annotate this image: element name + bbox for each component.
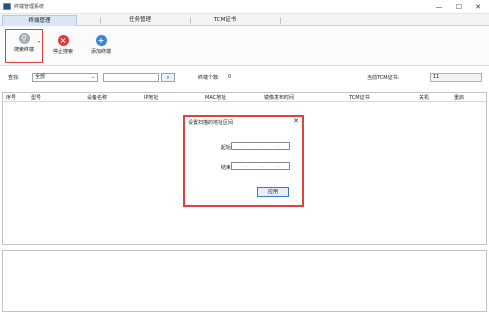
maximize-button[interactable]: ☐ bbox=[452, 1, 466, 13]
toolbar: ⚲ 搜索终端 ▾ × 停止搜索 + 添加终端 bbox=[0, 26, 489, 66]
add-terminal-button[interactable]: + 添加终端 bbox=[87, 29, 115, 55]
apply-button[interactable]: 应用 bbox=[257, 187, 289, 197]
close-button[interactable]: ✕ bbox=[471, 1, 485, 13]
plus-icon: + bbox=[95, 35, 107, 46]
chevron-down-icon[interactable]: ▾ bbox=[38, 39, 40, 44]
window-title: 终端管理系统 bbox=[14, 4, 45, 10]
search-button[interactable]: ⌕ bbox=[161, 73, 175, 82]
current-tcm-label: 当前TCM证书: bbox=[367, 75, 400, 81]
column-header-index[interactable]: 序号 bbox=[6, 94, 16, 101]
tab-task-management[interactable]: 任务管理 bbox=[120, 15, 160, 26]
log-panel[interactable] bbox=[2, 250, 487, 312]
column-header-model[interactable]: 型号 bbox=[31, 94, 41, 101]
binoculars-icon: ⚲ bbox=[18, 33, 30, 44]
find-label: 查找: bbox=[8, 75, 20, 81]
column-header-shutdown[interactable]: 关机 bbox=[419, 94, 429, 101]
column-header-ip-address[interactable]: IP地址 bbox=[144, 94, 159, 101]
app-icon bbox=[3, 3, 11, 10]
title-bar: 终端管理系统 — ☐ ✕ bbox=[0, 0, 489, 14]
column-header-restart[interactable]: 重启 bbox=[454, 94, 464, 101]
search-icon: ⌕ bbox=[166, 74, 170, 81]
stop-icon: × bbox=[57, 35, 69, 46]
filter-select-value: 全部 bbox=[35, 74, 46, 80]
scan-range-dialog: 设置扫描的地址区间 ✕ 起始IP地址: . . . 结束IP地址: . . . … bbox=[183, 115, 304, 207]
dialog-title: 设置扫描的地址区间 bbox=[188, 120, 234, 126]
close-icon[interactable]: ✕ bbox=[293, 117, 299, 125]
tab-divider bbox=[280, 17, 281, 24]
terminal-count-value: 0 bbox=[228, 74, 232, 80]
start-ip-field[interactable]: . . . bbox=[231, 142, 290, 150]
column-header-device-name[interactable]: 设备名称 bbox=[87, 94, 107, 101]
tab-divider bbox=[100, 17, 101, 24]
tab-tcm-certificate[interactable]: TCM证书 bbox=[205, 15, 245, 26]
stop-search-button[interactable]: × 停止搜索 bbox=[49, 29, 77, 55]
filter-bar: 查找: 全部 ⌄ ⌕ 终端个数: 0 当前TCM证书: 11 bbox=[0, 70, 489, 86]
search-terminal-label: 搜索终端 bbox=[13, 47, 34, 53]
column-header-tcm-certificate[interactable]: TCM证书 bbox=[349, 94, 370, 101]
table-header: 序号 型号 设备名称 IP地址 MAC地址 镜像发布时间 TCM证书 关机 重启 bbox=[3, 93, 486, 102]
terminal-count-label: 终端个数: bbox=[198, 75, 220, 81]
column-header-image-release-time[interactable]: 镜像发布时间 bbox=[264, 94, 294, 101]
column-header-mac-address[interactable]: MAC地址 bbox=[205, 94, 226, 101]
minimize-button[interactable]: — bbox=[432, 1, 446, 13]
current-tcm-value: 11 bbox=[430, 73, 482, 82]
tab-terminal-management[interactable]: 终端管理 bbox=[2, 15, 77, 26]
stop-search-label: 停止搜索 bbox=[52, 49, 73, 55]
tab-divider bbox=[190, 17, 191, 24]
search-terminal-button[interactable]: ⚲ 搜索终端 ▾ bbox=[5, 29, 43, 63]
tab-bar: 终端管理 任务管理 TCM证书 bbox=[0, 14, 489, 26]
add-terminal-label: 添加终端 bbox=[90, 49, 111, 55]
end-ip-field[interactable]: . . . bbox=[231, 162, 290, 170]
chevron-down-icon: ⌄ bbox=[90, 74, 95, 80]
search-input[interactable] bbox=[103, 73, 159, 82]
filter-select[interactable]: 全部 ⌄ bbox=[32, 73, 98, 82]
